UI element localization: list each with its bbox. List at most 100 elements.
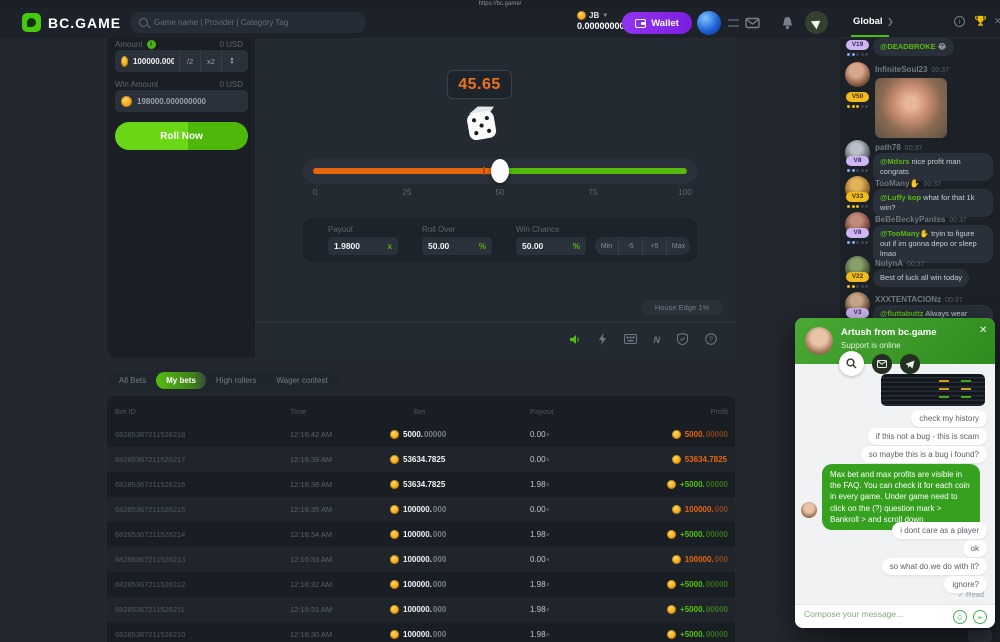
- table-row[interactable]: 68285367211526211 12:16:31 AM 100000.000…: [107, 597, 735, 622]
- chat-username[interactable]: BeBeBeckyPantss00:37: [875, 215, 967, 224]
- amount-usd: 0 USD: [219, 40, 243, 49]
- coin-icon: [390, 530, 399, 539]
- search-icon[interactable]: [839, 351, 864, 376]
- user-message: i dont care as a player: [892, 522, 987, 539]
- chat-image-baby[interactable]: [875, 78, 947, 138]
- table-row[interactable]: 68285367211526210 12:16:30 AM 100000.000…: [107, 622, 735, 642]
- win-chance-field[interactable]: 50.00%: [516, 237, 586, 255]
- roll-over-field[interactable]: 50.00%: [422, 237, 492, 255]
- chat-channel-tab[interactable]: Global: [853, 16, 883, 27]
- search-icon: [139, 18, 148, 27]
- level-badge: V50: [846, 92, 869, 102]
- bets-table: Bet ID Time Bet Payout Profit 6828536721…: [107, 396, 735, 642]
- global-chat-send-button[interactable]: [968, 630, 992, 642]
- compose-input[interactable]: [804, 609, 934, 619]
- telegram-icon[interactable]: [900, 354, 920, 374]
- sound-icon[interactable]: [569, 334, 581, 348]
- shared-screenshot-thumbnail[interactable]: [881, 374, 985, 406]
- table-row[interactable]: 68285367211526215 12:16:35 AM 100000.000…: [107, 497, 735, 522]
- hotkeys-icon[interactable]: [624, 334, 637, 347]
- app-icon[interactable]: [805, 11, 828, 34]
- col-profit: Profit: [655, 407, 728, 416]
- help-icon[interactable]: ?: [705, 333, 717, 348]
- bcgame-logo-icon: [22, 13, 41, 32]
- house-edge-badge: House Edge 1%: [641, 300, 723, 315]
- chat-username[interactable]: TooMany✋00:37: [875, 179, 941, 188]
- coin-icon: [121, 56, 128, 67]
- wallet-icon: [635, 19, 646, 28]
- close-icon[interactable]: ✕: [994, 16, 1000, 27]
- verify-icon[interactable]: [677, 333, 688, 348]
- search-input[interactable]: [154, 18, 357, 27]
- tab-all-bets[interactable]: All Bets: [109, 372, 156, 389]
- user-avatar[interactable]: [697, 11, 721, 35]
- coin-icon: [390, 455, 399, 464]
- coin-icon: [667, 480, 676, 489]
- chat-username[interactable]: InfiniteSoul2300:37: [875, 65, 949, 74]
- currency-coin-icon: [577, 11, 586, 20]
- chat-bubble: @Mdsrs nice profit man congrats: [873, 153, 993, 181]
- chat-username[interactable]: NolynA00:37: [875, 259, 925, 268]
- avatar[interactable]: [845, 62, 870, 87]
- roll-now-button[interactable]: Roll Now: [115, 122, 248, 150]
- payout-label: Payout: [328, 225, 353, 234]
- browser-url-bar[interactable]: https://bc.game/: [0, 0, 1000, 8]
- double-bet-button[interactable]: x2: [200, 50, 221, 72]
- game-search[interactable]: [130, 12, 366, 33]
- wallet-button[interactable]: Wallet: [622, 12, 692, 34]
- level-stars: [847, 105, 868, 108]
- table-row[interactable]: 68285367211526217 12:16:39 AM 53634.7825…: [107, 447, 735, 472]
- max-button[interactable]: Max: [666, 237, 690, 255]
- chat-bubble: @DEADBROKE 😂: [873, 38, 954, 56]
- coin-icon: [390, 480, 399, 489]
- slider-handle[interactable]: [491, 159, 509, 183]
- chat-username[interactable]: path7800:37: [875, 143, 922, 152]
- mail-icon[interactable]: [872, 354, 892, 374]
- tab-my-bets[interactable]: My bets: [156, 372, 206, 389]
- trends-icon[interactable]: N: [654, 336, 661, 345]
- min-button[interactable]: Min: [595, 237, 618, 255]
- table-row[interactable]: 68285367211526216 12:16:38 AM 53634.7825…: [107, 472, 735, 497]
- coin-icon: [390, 505, 399, 514]
- support-agent-avatar: [805, 327, 833, 355]
- minus5-button[interactable]: -5: [618, 237, 642, 255]
- trophy-icon[interactable]: [974, 15, 987, 33]
- user-message: ok: [963, 540, 987, 557]
- bets-tabs: All Bets My bets High rollers Wager cont…: [107, 370, 340, 391]
- mail-icon[interactable]: [745, 16, 760, 34]
- menu-icon[interactable]: [728, 19, 739, 27]
- table-row[interactable]: 68285367211526214 12:16:34 AM 100000.000…: [107, 522, 735, 547]
- turbo-icon[interactable]: [598, 333, 607, 348]
- chevron-right-icon[interactable]: ❯: [887, 17, 894, 26]
- read-receipt: ✓ Read: [958, 590, 984, 599]
- coin-icon: [667, 530, 676, 539]
- level-badge: V3: [846, 308, 869, 318]
- info-icon[interactable]: i: [147, 40, 156, 49]
- table-row[interactable]: 68285367211526218 12:16:42 AM 5000.00000…: [107, 422, 735, 447]
- payout-field[interactable]: 1.9800x: [328, 237, 398, 255]
- bet-amount-value[interactable]: 100000.00000000: [133, 57, 174, 66]
- dice-game-module: Amounti 0 USD 100000.00000000 /2 x2 ▲▼ W…: [107, 38, 735, 358]
- smiley-icon[interactable]: ☺: [953, 610, 967, 624]
- chat-header: Global ❯ i ✕: [840, 8, 1000, 38]
- tab-high-rollers[interactable]: High rollers: [206, 372, 266, 389]
- info-icon[interactable]: i: [954, 16, 965, 27]
- half-bet-button[interactable]: /2: [179, 50, 200, 72]
- bell-icon[interactable]: [781, 16, 794, 35]
- amount-stepper[interactable]: ▲▼: [221, 50, 242, 72]
- coin-icon: [390, 605, 399, 614]
- coin-icon: [667, 580, 676, 589]
- logo[interactable]: BC.GAME: [22, 13, 121, 32]
- plus5-button[interactable]: +5: [642, 237, 666, 255]
- chat-username[interactable]: XXXTENTACIONz00:37: [875, 295, 963, 304]
- tab-wager-contest[interactable]: Wager contest: [266, 372, 337, 389]
- close-icon[interactable]: ✕: [979, 325, 987, 336]
- table-row[interactable]: 68285367211526213 12:16:33 AM 100000.000…: [107, 547, 735, 572]
- table-row[interactable]: 68285367211526212 12:16:32 AM 100000.000…: [107, 572, 735, 597]
- support-agent-avatar-small: [801, 502, 817, 518]
- send-icon[interactable]: ➢: [973, 610, 987, 624]
- chat-bubble: @TooMany✋ tryin to figure out if im gonn…: [873, 225, 993, 263]
- agent-message: Max bet and max profits are visible in t…: [822, 464, 980, 530]
- amount-label: Amounti: [115, 40, 156, 49]
- level-badge: V19: [846, 40, 869, 50]
